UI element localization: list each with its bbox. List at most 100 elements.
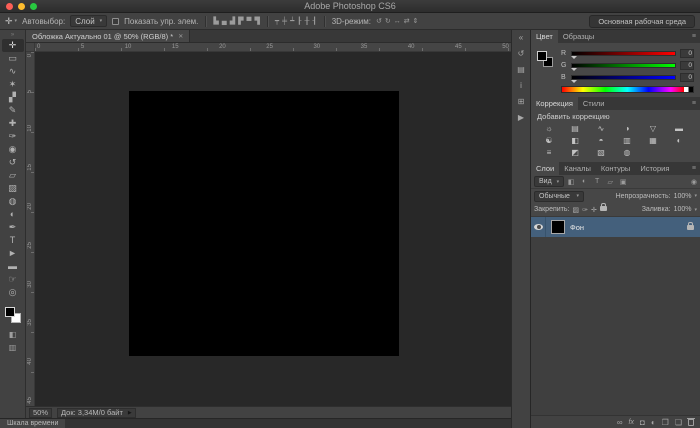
collapse-tools-icon[interactable]: » — [11, 31, 14, 39]
green-channel-slider[interactable] — [571, 63, 676, 68]
gradient-map-adjustment-icon[interactable]: ▧ — [588, 146, 614, 158]
clone-stamp-tool[interactable]: ◉ — [2, 143, 24, 156]
layer-mask-icon[interactable]: ◘ — [640, 418, 645, 427]
layer-style-icon[interactable]: fx — [629, 419, 634, 426]
hand-tool[interactable]: ☞ — [2, 273, 24, 286]
tab-adjustments[interactable]: Коррекция — [531, 97, 578, 110]
rectangle-tool[interactable]: ▬ — [2, 260, 24, 273]
tab-history[interactable]: История — [635, 162, 674, 175]
hue-saturation-adjustment-icon[interactable]: ▬ — [666, 122, 692, 134]
vibrance-adjustment-icon[interactable]: ▽ — [640, 122, 666, 134]
lock-position-icon[interactable]: ✛ — [591, 206, 597, 214]
document-info-field[interactable]: Док: 3,34М/0 байт ▶ — [57, 408, 136, 418]
new-layer-icon[interactable]: ❏ — [675, 418, 682, 427]
distribute-left-icon[interactable]: ┠ — [297, 17, 301, 25]
canvas-area[interactable] — [35, 52, 511, 406]
tab-layers[interactable]: Слои — [531, 162, 559, 175]
align-vcenter-icon[interactable]: ▀ — [247, 18, 252, 25]
foreground-color-swatch[interactable] — [537, 51, 547, 61]
link-layers-icon[interactable]: ∞ — [617, 418, 623, 427]
lock-all-icon[interactable] — [600, 206, 607, 213]
tab-channels[interactable]: Каналы — [559, 162, 596, 175]
eyedropper-tool[interactable]: ✎ — [2, 104, 24, 117]
align-left-icon[interactable]: ▙ — [213, 17, 218, 25]
filter-pixel-layers-icon[interactable]: ◧ — [566, 178, 576, 186]
workspace-switcher-button[interactable]: Основная рабочая среда — [589, 15, 695, 28]
red-channel-value[interactable]: 0 — [680, 49, 694, 58]
levels-adjustment-icon[interactable]: ▤ — [562, 122, 588, 134]
filter-type-layers-icon[interactable]: T — [592, 178, 602, 185]
dodge-tool[interactable]: ◐ — [2, 208, 24, 221]
filter-smart-objects-icon[interactable]: ▣ — [618, 178, 628, 186]
blend-mode-dropdown[interactable]: Обычные ▾ — [534, 191, 584, 202]
layer-row-background[interactable]: Фон — [531, 217, 700, 237]
red-channel-slider[interactable] — [571, 51, 676, 56]
brush-tool[interactable]: ✑ — [2, 130, 24, 143]
fullscreen-window-button[interactable] — [30, 3, 37, 10]
pen-tool[interactable]: ✒ — [2, 221, 24, 234]
path-selection-tool[interactable]: ► — [2, 247, 24, 260]
new-group-icon[interactable]: ❐ — [662, 418, 669, 427]
opacity-value[interactable]: 100% — [674, 193, 692, 200]
align-top-icon[interactable]: ▛ — [238, 17, 243, 25]
lasso-tool[interactable]: ∿ — [2, 65, 24, 78]
channel-mixer-adjustment-icon[interactable]: ▥ — [614, 134, 640, 146]
green-channel-value[interactable]: 0 — [680, 61, 694, 70]
fill-value[interactable]: 100% — [674, 206, 692, 213]
selective-color-adjustment-icon[interactable]: ◍ — [614, 146, 640, 158]
collapse-dock-icon[interactable]: « — [519, 33, 523, 42]
3d-rotate-icon[interactable]: ↺ — [376, 17, 382, 25]
close-tab-icon[interactable]: ✕ — [178, 33, 183, 40]
color-lookup-adjustment-icon[interactable]: ▦ — [640, 134, 666, 146]
align-right-icon[interactable]: ▟ — [230, 17, 235, 25]
distribute-vcenter-icon[interactable]: ╪ — [282, 18, 287, 25]
close-window-button[interactable] — [6, 3, 13, 10]
info-panel-icon[interactable]: i — [520, 81, 522, 90]
eraser-tool[interactable]: ▱ — [2, 169, 24, 182]
panel-menu-icon[interactable]: ≡ — [692, 100, 700, 107]
actions-panel-icon[interactable]: ▶ — [518, 113, 524, 122]
distribute-top-icon[interactable]: ┯ — [275, 17, 279, 25]
blue-channel-slider[interactable] — [571, 75, 676, 80]
layer-visibility-toggle[interactable] — [531, 217, 546, 237]
lock-transparency-icon[interactable]: ▨ — [572, 206, 579, 214]
gradient-tool[interactable]: ▨ — [2, 182, 24, 195]
tab-styles[interactable]: Стили — [578, 97, 610, 110]
history-brush-tool[interactable]: ↺ — [2, 156, 24, 169]
zoom-tool[interactable]: ◎ — [2, 286, 24, 299]
3d-roll-icon[interactable]: ↻ — [385, 17, 391, 25]
timeline-tab[interactable]: Шкала времени — [0, 419, 65, 428]
panel-menu-icon[interactable]: ≡ — [692, 165, 700, 172]
blue-channel-value[interactable]: 0 — [680, 73, 694, 82]
type-tool[interactable]: T — [2, 234, 24, 247]
brightness-contrast-adjustment-icon[interactable]: ☼ — [536, 122, 562, 134]
history-panel-icon[interactable]: ↺ — [518, 49, 525, 58]
align-bottom-icon[interactable]: ▜ — [254, 17, 259, 25]
layer-thumbnail[interactable] — [551, 220, 565, 234]
threshold-adjustment-icon[interactable]: ◩ — [562, 146, 588, 158]
color-spectrum-ramp[interactable] — [561, 86, 694, 93]
3d-pan-icon[interactable]: ↔ — [394, 18, 401, 25]
screen-mode-button[interactable]: ▥ — [9, 343, 17, 352]
panel-menu-icon[interactable]: ≡ — [692, 33, 700, 40]
color-balance-adjustment-icon[interactable]: ☯ — [536, 134, 562, 146]
blur-tool[interactable]: ◍ — [2, 195, 24, 208]
distribute-bottom-icon[interactable]: ┷ — [290, 17, 294, 25]
foreground-color-swatch[interactable] — [5, 307, 15, 317]
autoselect-dropdown[interactable]: Слой ▾ — [70, 15, 107, 27]
exposure-adjustment-icon[interactable]: ◑ — [614, 122, 640, 134]
filter-adjustment-layers-icon[interactable]: ◐ — [579, 178, 589, 185]
filter-kind-dropdown[interactable]: Вид ▾ — [534, 176, 564, 187]
3d-slide-icon[interactable]: ⇄ — [404, 17, 410, 25]
show-controls-checkbox[interactable] — [112, 18, 119, 25]
document-tab[interactable]: Обложка Актуально 01 @ 50% (RGB/8) * ✕ — [26, 30, 190, 42]
3d-scale-icon[interactable]: ⇕ — [413, 17, 419, 25]
zoom-level-field[interactable]: 50% — [29, 408, 52, 418]
tab-swatches[interactable]: Образцы — [558, 30, 600, 43]
lock-pixels-icon[interactable]: ✑ — [582, 206, 588, 214]
tool-preset-picker[interactable]: ✛ ▾ — [5, 16, 17, 27]
navigator-panel-icon[interactable]: ⊞ — [518, 97, 525, 106]
minimize-window-button[interactable] — [18, 3, 25, 10]
quick-mask-button[interactable]: ◧ — [9, 330, 17, 339]
crop-tool[interactable]: ▞ — [2, 91, 24, 104]
